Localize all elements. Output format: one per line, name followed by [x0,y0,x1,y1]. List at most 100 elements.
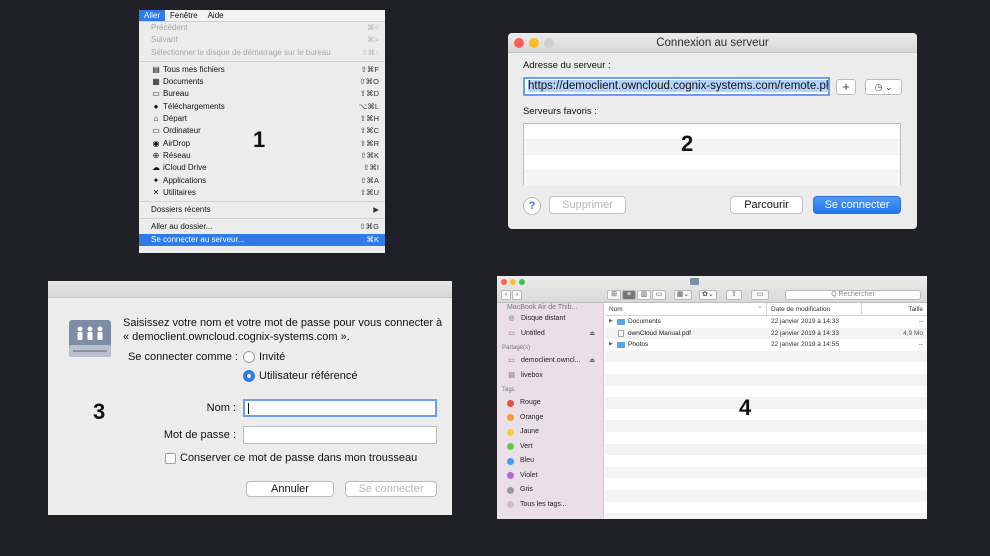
column-header-name[interactable]: Nom ⌃ [605,303,767,315]
menu-item-place[interactable]: ▭ Bureau ⇧⌘D [139,88,385,100]
share-icon[interactable]: ⇧ [726,290,742,300]
empty-row [605,502,927,514]
sidebar-item-label: Jaune [520,428,540,435]
recent-servers-button[interactable]: ◷ ⌄ [865,79,902,95]
sidebar-tag[interactable]: Violet [497,469,603,484]
drive-icon: ▭ [508,329,515,337]
action-gear-icon[interactable]: ✿⌄ [699,290,717,300]
browse-button[interactable]: Parcourir [730,196,803,214]
menu-item-place[interactable]: ✦ Applications ⇧⌘A [139,175,385,187]
registered-user-radio[interactable] [243,370,255,382]
sidebar-tag[interactable]: Rouge [497,396,603,411]
menu-aller[interactable]: Aller [139,10,166,21]
password-input[interactable] [243,426,437,444]
icloud-icon: ☁ [152,163,160,173]
window-title: Connexion au serveur [656,37,769,49]
sidebar-item-label: Disque distant [521,315,566,322]
menu-item-place[interactable]: ✕ Utilitaires ⇧⌘U [139,187,385,199]
minimize-button[interactable] [510,279,516,285]
table-row[interactable]: ownCloud Manual.pdf 22 janvier 2019 à 14:… [605,327,927,340]
sidebar-tag[interactable]: Vert [497,440,603,455]
menu-fenetre[interactable]: Fenêtre [165,10,203,21]
sidebar-tag[interactable]: Gris [497,483,603,498]
menu-item-place[interactable]: ☁ iCloud Drive ⇧⌘I [139,162,385,174]
menu-item-label-wrap: ✦ Applications [151,175,207,187]
empty-row [605,478,927,490]
name-input[interactable] [243,399,437,417]
menu-item-label: Téléchargements [163,101,225,111]
cancel-button[interactable]: Annuler [246,481,334,497]
connect-button[interactable]: Se connecter [345,481,437,497]
sidebar-item[interactable]: ◎ Disque distant [497,312,603,327]
connect-button[interactable]: Se connecter [813,196,901,214]
sidebar-tag[interactable]: Bleu [497,454,603,469]
sidebar-tag[interactable]: Orange [497,411,603,426]
finder-toolbar: ‹ › ⊞ ≡ ▥ ▭ ▦⌄ ✿⌄ ⇧ ▭ Q Rechercher [497,276,927,303]
disclosure-triangle-icon[interactable]: ▶ [609,339,617,351]
icon-view-button[interactable]: ⊞ [607,290,621,300]
window-controls [501,279,525,285]
zoom-button[interactable] [544,38,554,48]
applications-icon: ✦ [152,175,160,185]
file-name-cell: ▶ Photos [605,339,767,351]
menu-item-label: Dossiers récents [151,205,211,215]
menu-item-shortcut: ⇧⌘K [360,150,379,160]
tag-dot-icon [507,428,514,436]
back-button[interactable]: ‹ [501,290,511,300]
menu-item-place[interactable]: ● Téléchargements ⌥⌘L [139,101,385,113]
table-row[interactable]: ▶ Photos 22 janvier 2019 à 14:55 -- [605,339,927,351]
tag-dot-icon [507,457,514,465]
favorite-servers-list[interactable] [523,123,901,186]
file-name-cell: ▶ Documents [605,316,767,328]
list-view-button[interactable]: ≡ [622,290,636,300]
sidebar-item[interactable]: ▭ Untitled ⏏ [497,327,603,342]
desktop-icon: ▭ [152,89,160,99]
help-button[interactable]: ? [523,197,541,215]
file-size: 4,9 Mo [903,329,923,337]
sidebar-item-macbook[interactable]: MacBook Air de Thib... [497,303,603,312]
sidebar-item[interactable]: ▤ livebox [497,369,603,384]
column-header-date[interactable]: Date de modification [767,303,862,315]
menu-item-label: Sélectionner le disque de démarrage sur … [151,47,331,57]
eject-icon[interactable]: ⏏ [589,354,595,369]
group-button[interactable]: ▦⌄ [674,290,692,300]
table-row[interactable]: ▶ Documents 22 janvier 2019 à 14:33 -- [605,316,927,328]
disclosure-triangle-icon[interactable]: ▶ [609,316,617,328]
sidebar-item[interactable]: ▭ democlient.owncl... ⏏ [497,354,603,369]
empty-row [605,409,927,421]
menu-item-place[interactable]: ⌂ Départ ⇧⌘H [139,113,385,125]
menu-item-place[interactable]: ▤ Tous mes fichiers ⇧⌘F [139,64,385,76]
guest-radio[interactable] [243,351,255,363]
add-favorite-button[interactable]: + [836,79,856,95]
remember-password-label: Conserver ce mot de passe dans mon trous… [180,452,418,464]
sidebar-tag[interactable]: Jaune [497,425,603,440]
menu-aide[interactable]: Aide [203,10,229,21]
network-drive-icon [690,278,699,285]
server-address-input[interactable]: https://democlient.owncloud.cognix-syste… [523,77,830,96]
menu-item-connect-to-server[interactable]: Se connecter au serveur... ⌘K [139,233,385,247]
close-button[interactable] [501,279,507,285]
eject-icon[interactable]: ⏏ [589,327,595,342]
zoom-button[interactable] [519,279,525,285]
close-button[interactable] [514,38,524,48]
remove-button[interactable]: Supprimer [549,196,626,214]
menu-item-recent-folders[interactable]: Dossiers récents ▶ [139,204,385,216]
gallery-view-button[interactable]: ▭ [652,290,666,300]
sidebar-item-all-tags[interactable]: Tous les tags... [497,498,603,513]
empty-row [605,432,927,444]
forward-button[interactable]: › [512,290,522,300]
column-view-button[interactable]: ▥ [637,290,651,300]
menu-item-label-wrap: ⌂ Départ [151,113,187,125]
menu-item-place[interactable]: ▦ Documents ⇧⌘O [139,76,385,88]
minimize-button[interactable] [529,38,539,48]
remember-password-checkbox[interactable] [165,453,176,464]
menu-item-go-to-folder[interactable]: Aller au dossier... ⇧⌘G [139,221,385,233]
menu-item-label-wrap: ✕ Utilitaires [151,187,196,199]
empty-row [605,466,927,479]
tag-icon[interactable]: ▭ [751,290,769,300]
empty-row [605,397,927,409]
menu-item-shortcut: ⌘K [366,234,379,244]
empty-row [605,455,927,467]
column-header-size[interactable]: Taille [862,303,927,315]
search-input[interactable]: Q Rechercher [785,290,921,300]
